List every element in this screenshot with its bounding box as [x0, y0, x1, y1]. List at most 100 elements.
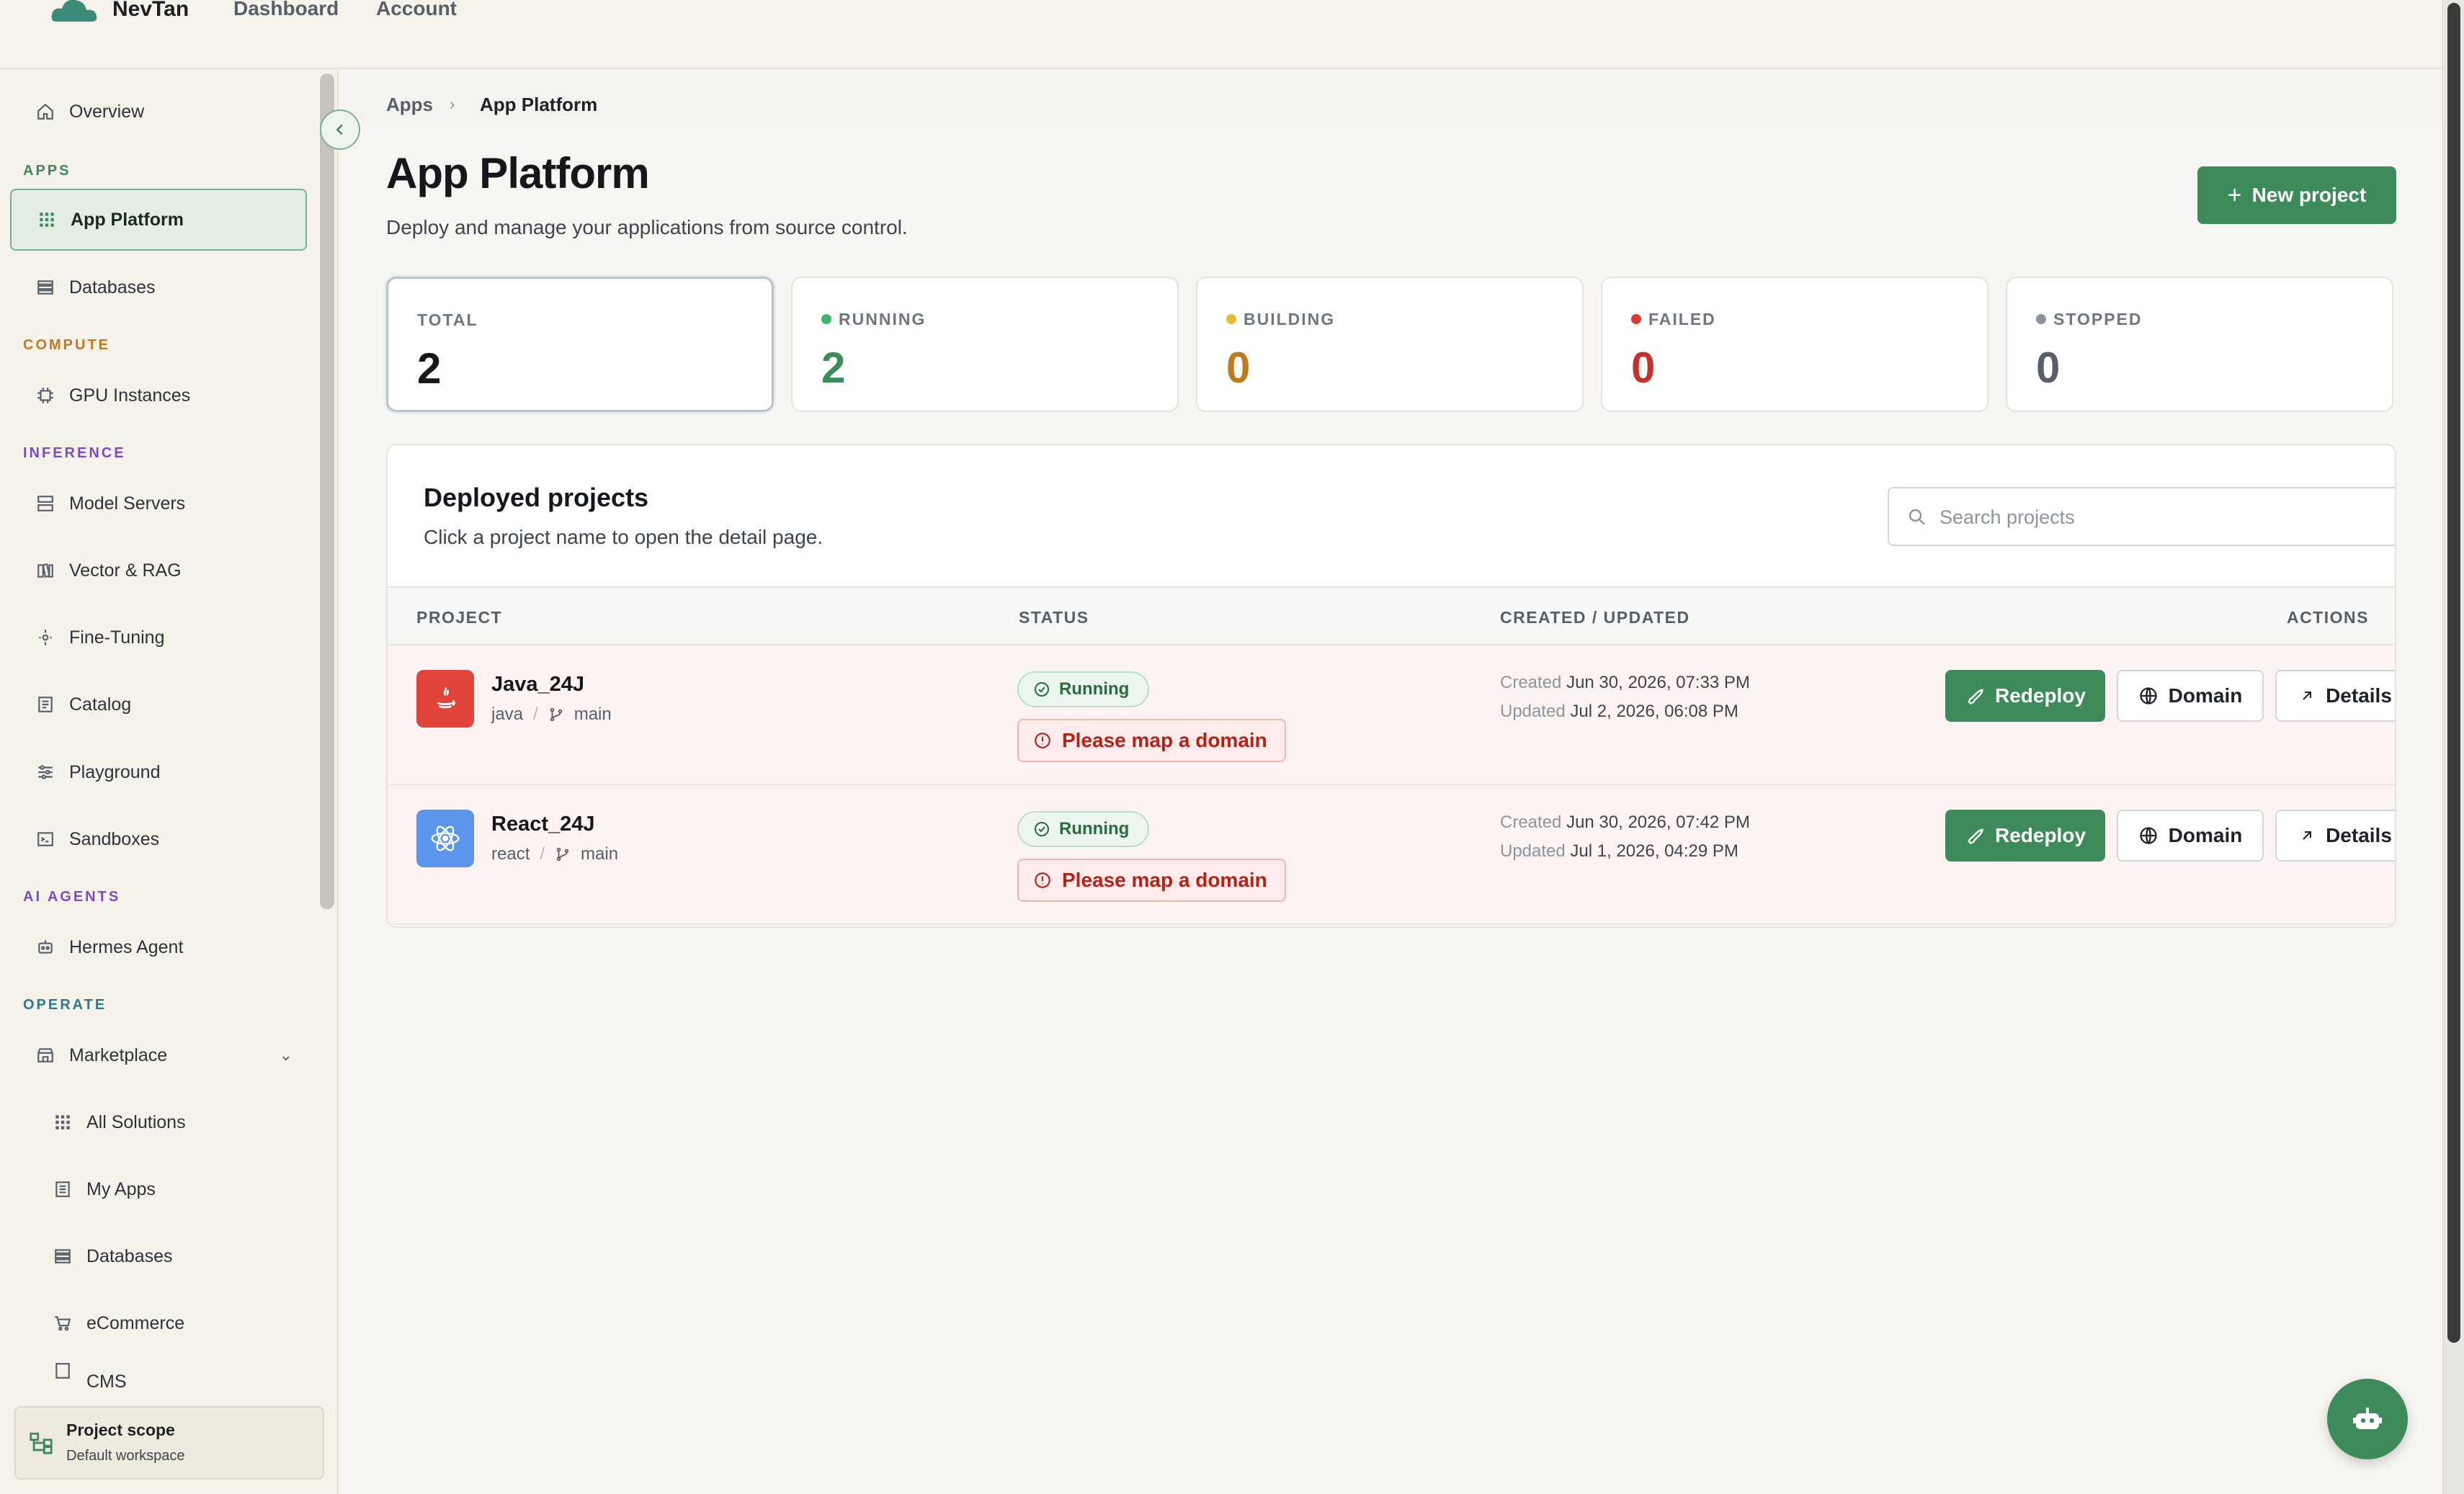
project-branch: main: [581, 844, 619, 864]
sidebar-item-label: Marketplace: [69, 1045, 168, 1065]
hierarchy-icon: [30, 1432, 53, 1454]
arrow-up-right-icon: [2303, 831, 2312, 840]
domain-button[interactable]: Domain: [2117, 670, 2264, 722]
sidebar-item-overview[interactable]: Overview: [10, 81, 307, 143]
chevron-down-icon[interactable]: ⌄: [280, 1046, 293, 1065]
sidebar-item-catalog[interactable]: Catalog: [10, 674, 307, 735]
domain-warning-badge: Please map a domain: [1017, 719, 1286, 762]
sidebar-item-ecommerce[interactable]: eCommerce: [10, 1292, 307, 1354]
domain-warning-badge: Please map a domain: [1017, 859, 1286, 902]
grid-icon: [36, 209, 58, 231]
check-circle-icon: [1035, 822, 1049, 836]
assistant-chat-button[interactable]: [2327, 1379, 2408, 1459]
breadcrumb-apps[interactable]: Apps: [386, 94, 433, 116]
panel-subtitle: Click a project name to open the detail …: [424, 526, 823, 548]
sidebar-item-label: Sandboxes: [69, 828, 160, 849]
page-title: App Platform: [386, 149, 650, 197]
stat-card-building[interactable]: BUILDING 0: [1196, 277, 1584, 412]
breadcrumb: Apps › App Platform: [340, 69, 2442, 121]
status-dot: [2036, 313, 2046, 324]
server-icon: [35, 493, 56, 514]
status-dot: [1226, 313, 1236, 324]
table-header: PROJECT STATUS CREATED / UPDATED ACTIONS: [388, 586, 2395, 645]
breadcrumb-current: App Platform: [480, 94, 598, 115]
sidebar-item-marketplace-databases[interactable]: Databases: [10, 1225, 307, 1287]
catalog-icon: [35, 694, 56, 715]
sidebar-item-sandboxes[interactable]: Sandboxes: [10, 808, 307, 870]
sidebar-item-label: Model Servers: [69, 493, 186, 514]
sidebar-item-label: App Platform: [71, 209, 184, 230]
sidebar-item-gpu-instances[interactable]: GPU Instances: [10, 364, 307, 426]
sidebar-item-label: eCommerce: [86, 1312, 185, 1333]
brand-name[interactable]: NevTan: [112, 0, 189, 22]
sidebar: Overview APPS App Platform Databases COM…: [0, 69, 339, 1494]
details-button[interactable]: Details: [2275, 810, 2395, 862]
deployed-projects-panel: Deployed projects Click a project name t…: [386, 444, 2396, 928]
alert-circle-icon: [1035, 872, 1050, 888]
status-badge: Running: [1017, 811, 1150, 847]
project-scope-card[interactable]: Project scope Default workspace: [14, 1406, 324, 1480]
column-actions: ACTIONS: [2287, 608, 2369, 627]
collapse-sidebar-button[interactable]: [320, 109, 360, 150]
details-button[interactable]: Details: [2275, 670, 2395, 722]
window-scrollbar[interactable]: [2442, 0, 2464, 1494]
domain-button[interactable]: Domain: [2117, 810, 2264, 862]
robot-icon: [35, 936, 56, 958]
page-subtitle: Deploy and manage your applications from…: [386, 216, 908, 238]
sidebar-scrollbar[interactable]: [320, 73, 334, 909]
stat-label: FAILED: [1631, 310, 1716, 329]
sidebar-item-label: All Solutions: [86, 1111, 186, 1132]
sliders-icon: [35, 761, 56, 783]
column-created-updated: CREATED / UPDATED: [1500, 608, 1690, 627]
cloud-logo-icon: [51, 0, 97, 22]
new-project-button[interactable]: + New project: [2197, 166, 2396, 224]
sidebar-item-model-servers[interactable]: Model Servers: [10, 473, 307, 534]
search-box[interactable]: [1888, 487, 2395, 546]
sidebar-item-label: Vector & RAG: [69, 560, 182, 581]
robot-icon: [2353, 1408, 2382, 1429]
project-name-link[interactable]: Java_24J: [491, 673, 584, 697]
sidebar-item-fine-tuning[interactable]: Fine-Tuning: [10, 607, 307, 668]
search-input[interactable]: [1939, 501, 2386, 533]
sidebar-item-my-apps[interactable]: My Apps: [10, 1158, 307, 1220]
sidebar-item-label: Catalog: [69, 694, 132, 715]
stat-label: RUNNING: [821, 310, 926, 329]
sidebar-item-app-platform[interactable]: App Platform: [10, 189, 307, 251]
document-icon: [52, 1360, 73, 1382]
sidebar-item-vector-rag[interactable]: Vector & RAG: [10, 540, 307, 601]
store-icon: [35, 1045, 56, 1066]
scrollbar-thumb[interactable]: [2447, 3, 2460, 1343]
cart-icon: [52, 1312, 73, 1334]
stat-card-failed[interactable]: FAILED 0: [1601, 277, 1988, 412]
project-runtime: java: [491, 704, 524, 724]
main-content: Apps › App Platform App Platform Deploy …: [340, 69, 2442, 1494]
stat-card-total[interactable]: TOTAL 2: [386, 277, 774, 412]
stat-card-running[interactable]: RUNNING 2: [791, 277, 1179, 412]
project-name-link[interactable]: React_24J: [491, 813, 595, 836]
stat-value: 2: [821, 344, 846, 392]
sidebar-item-databases[interactable]: Databases: [10, 256, 307, 318]
project-branch: main: [573, 704, 612, 724]
plus-icon: +: [2227, 182, 2242, 209]
sidebar-item-playground[interactable]: Playground: [10, 741, 307, 803]
sidebar-item-hermes-agent[interactable]: Hermes Agent: [10, 916, 307, 978]
table-row: Java_24J java / main Running Please map …: [388, 645, 2395, 785]
sidebar-item-cms[interactable]: CMS: [10, 1360, 307, 1389]
stat-value: 0: [2036, 344, 2061, 392]
sidebar-item-all-solutions[interactable]: All Solutions: [10, 1091, 307, 1153]
project-scope-title: Project scope: [66, 1421, 175, 1439]
section-ai-agents: AI AGENTS: [23, 889, 121, 905]
project-meta: react / main: [491, 844, 619, 864]
redeploy-button[interactable]: Redeploy: [1945, 810, 2105, 862]
redeploy-button[interactable]: Redeploy: [1945, 670, 2105, 722]
sidebar-item-label: CMS: [86, 1372, 127, 1389]
nav-account[interactable]: Account: [376, 0, 457, 20]
alert-circle-icon: [1035, 733, 1050, 748]
stat-card-stopped[interactable]: STOPPED 0: [2006, 277, 2393, 412]
sidebar-item-label: My Apps: [86, 1178, 156, 1199]
list-icon: [52, 1178, 73, 1200]
sidebar-item-marketplace[interactable]: Marketplace ⌄: [10, 1024, 307, 1086]
chevron-left-icon: [336, 124, 343, 135]
nav-dashboard[interactable]: Dashboard: [233, 0, 339, 20]
book-icon: [35, 560, 56, 581]
